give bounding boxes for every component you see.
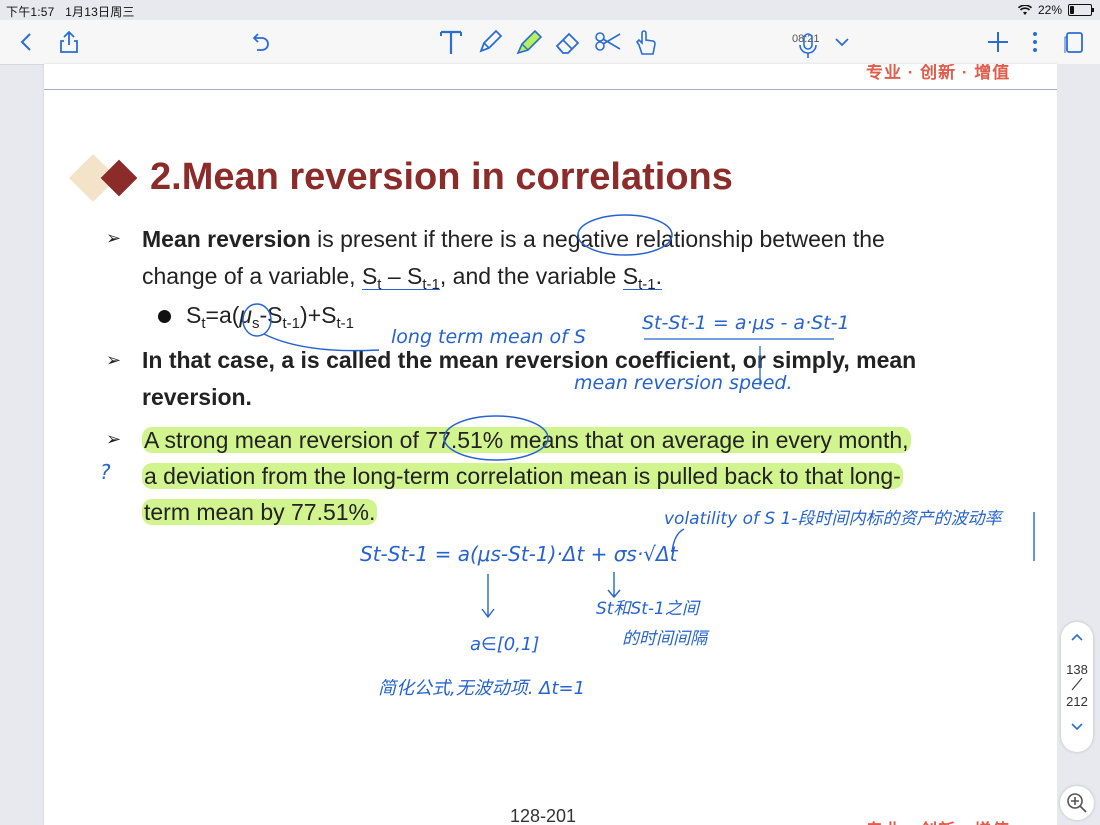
circle-negative [577,214,673,256]
chevron-down-icon[interactable] [826,26,858,58]
arrow-mu-to-note [263,333,380,352]
battery-icon [1068,4,1094,16]
document-page[interactable]: 专业 · 创新 · 增值 2.Mean reversion in correla… [44,64,1057,825]
note-interval: St和St-1之间 [596,599,699,619]
zoom-button[interactable] [1060,786,1094,820]
status-time-date: 下午1:57 1月13日周三 [6,3,135,20]
undo-icon[interactable] [244,26,276,58]
note-interval2: 的时间间隔 [622,629,707,649]
status-right: 22% [1017,3,1094,17]
total-pages: 212 [1066,694,1088,709]
status-bar: 下午1:57 1月13日周三 22% [0,0,1100,20]
note-volatility: volatility of S 1-段时间内标的资产的波动率 [664,509,1002,529]
note-eq-right: St-St-1 = a·μs - a·St-1 [642,312,850,334]
pen-icon[interactable] [474,26,506,58]
note-long-term: long term mean of S [391,326,586,348]
lasso-icon[interactable] [592,26,624,58]
note-a-range: a∈[0,1] [470,634,540,655]
eraser-icon[interactable] [552,26,584,58]
note-mean-speed: mean reversion speed. [574,372,793,394]
arrow-a-down [481,574,495,619]
battery-percent: 22% [1037,3,1062,17]
circle-mu [242,303,272,337]
toolbar: 08:21 [0,20,1100,65]
wifi-icon [1017,4,1032,15]
ink-strokes [242,214,1035,619]
microphone-icon[interactable] [792,30,824,62]
page-scroller[interactable]: 138 212 [1061,622,1093,752]
circle-percent [443,415,549,461]
more-icon[interactable] [1019,26,1051,58]
scroll-up-icon[interactable] [1069,631,1085,643]
pages-icon[interactable] [1058,26,1090,58]
zoom-in-icon [1067,793,1087,813]
finger-icon[interactable] [630,26,662,58]
note-question: ? [100,460,111,484]
slash-divider [1071,677,1083,691]
status-time: 下午1:57 [6,5,55,19]
share-icon[interactable] [53,26,85,58]
back-icon[interactable] [10,26,42,58]
status-date: 1月13日周三 [65,5,135,19]
text-tool-icon[interactable] [435,26,467,58]
current-page: 138 [1066,662,1088,677]
scroll-down-icon[interactable] [1069,721,1085,733]
add-icon[interactable] [982,26,1014,58]
highlighter-icon[interactable] [513,26,545,58]
note-main-eq: St-St-1 = a(μs-St-1)·Δt + σs·√Δt [360,542,678,566]
note-simplify: 简化公式,无波动项. Δt=1 [378,678,586,699]
